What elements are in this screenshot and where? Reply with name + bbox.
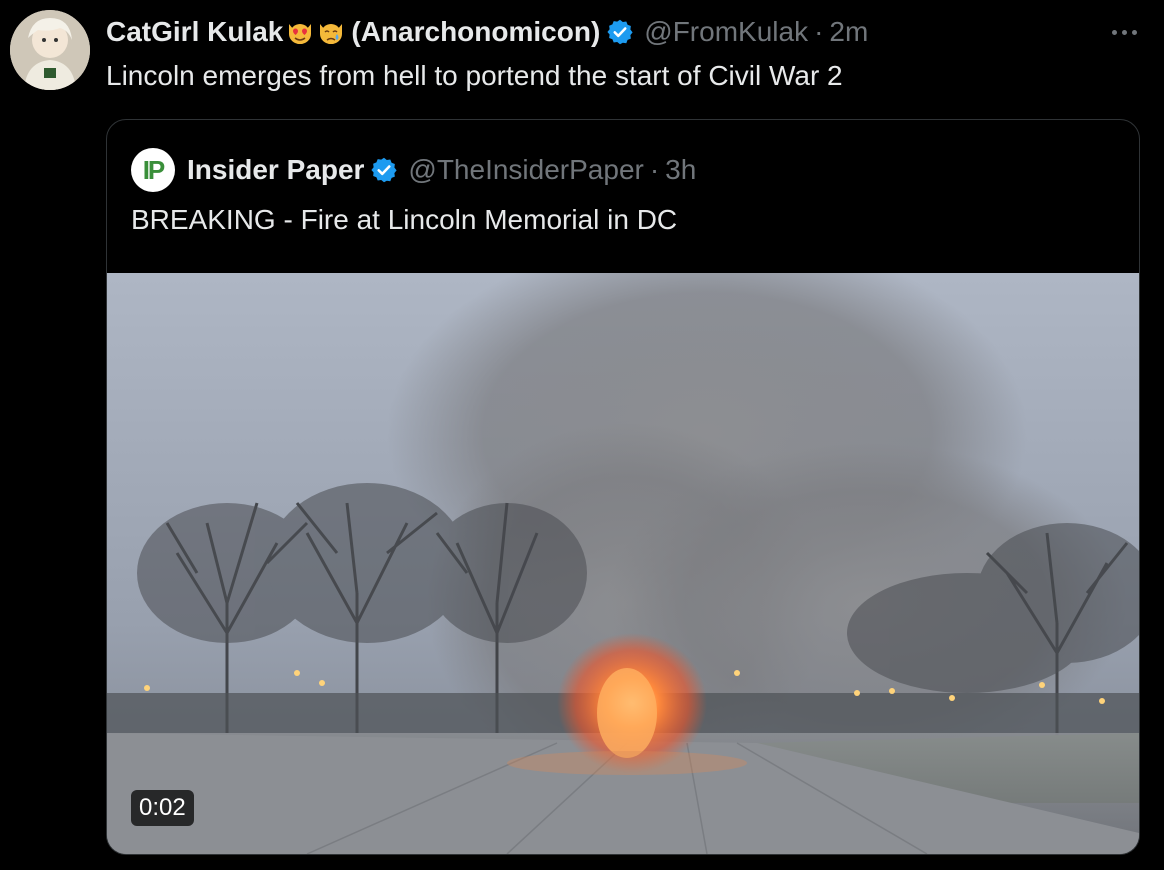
tweet-text: Lincoln emerges from hell to portend the…: [106, 60, 843, 91]
heart-eyes-cat-emoji-icon: [286, 18, 314, 46]
author-handle[interactable]: @FromKulak: [644, 16, 808, 48]
more-dot: [1121, 29, 1127, 35]
author-name-suffix[interactable]: (Anarchonomicon): [351, 16, 600, 48]
tweet-header: CatGirl Kulak (Anarchonomicon) @FromKula…: [106, 14, 868, 50]
video-player[interactable]: 0:02: [107, 273, 1139, 854]
video-frame: [107, 273, 1139, 854]
video-duration-badge: 0:02: [131, 790, 194, 826]
quoted-tweet-timestamp[interactable]: 3h: [665, 154, 696, 186]
author-avatar[interactable]: [10, 10, 90, 90]
quoted-tweet-text: BREAKING - Fire at Lincoln Memorial in D…: [131, 204, 678, 235]
more-dot: [1131, 29, 1137, 35]
avatar-image: [10, 10, 90, 90]
more-dot: [1111, 29, 1117, 35]
quoted-author-name[interactable]: Insider Paper: [187, 154, 364, 186]
author-name[interactable]: CatGirl Kulak: [106, 16, 283, 48]
separator-dot: ·: [814, 16, 824, 47]
crying-cat-emoji-icon: [317, 18, 345, 46]
quoted-tweet-card[interactable]: IP Insider Paper @TheInsiderPaper · 3h B…: [106, 119, 1140, 855]
quoted-author-handle[interactable]: @TheInsiderPaper: [408, 154, 643, 186]
verified-badge-icon[interactable]: [606, 18, 634, 46]
separator-dot: ·: [649, 154, 660, 185]
verified-badge-icon[interactable]: [370, 156, 398, 184]
quoted-tweet-header: IP Insider Paper @TheInsiderPaper · 3h: [131, 148, 696, 192]
tweet-timestamp[interactable]: 2m: [829, 16, 868, 48]
insider-paper-logo: IP: [142, 154, 166, 185]
more-options-icon[interactable]: [1104, 14, 1144, 50]
quoted-author-avatar[interactable]: IP: [131, 148, 175, 192]
